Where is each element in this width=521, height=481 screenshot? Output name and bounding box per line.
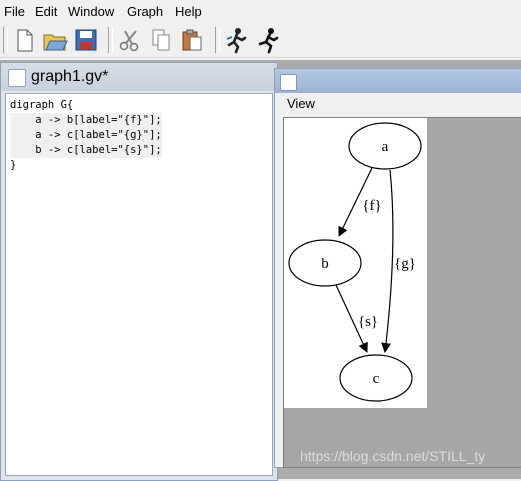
edge-label-g: {g}	[394, 256, 416, 272]
viewer-titlebar[interactable]	[275, 69, 521, 93]
edge-label-s: {s}	[358, 314, 378, 330]
code-line: }	[10, 159, 17, 171]
code-line: a -> c[label="{g}"];	[10, 128, 162, 143]
toolbar-separator	[3, 27, 8, 53]
code-line: digraph G{	[10, 99, 74, 111]
new-document-icon[interactable]	[10, 26, 38, 54]
menu-view[interactable]: View	[287, 96, 315, 111]
editor-titlebar[interactable]: graph1.gv*	[1, 63, 277, 91]
code-text[interactable]: digraph G{ a -> b[label="{f}"]; a -> c[l…	[10, 98, 162, 173]
cut-scissors-icon[interactable]	[116, 26, 144, 54]
editor-title: graph1.gv*	[31, 68, 109, 85]
toolbar-separator	[215, 27, 220, 53]
run-layout-icon[interactable]	[223, 26, 251, 54]
toolbar	[0, 23, 521, 58]
code-editor[interactable]: digraph G{ a -> b[label="{f}"]; a -> c[l…	[5, 93, 273, 476]
menu-file[interactable]: File	[4, 4, 25, 19]
editor-window: graph1.gv* digraph G{ a -> b[label="{f}"…	[0, 62, 278, 481]
code-line: b -> c[label="{s}"];	[10, 143, 162, 158]
node-c-label: c	[373, 371, 380, 387]
graph-canvas-area[interactable]: a b c {f} {g} {s}	[283, 117, 521, 468]
graph-viewer-window: View a b c {f} {g} {s}	[274, 68, 521, 468]
edge-a-c	[381, 169, 394, 353]
graphviz-app-icon	[8, 69, 26, 87]
open-folder-icon[interactable]	[41, 26, 69, 54]
code-line: a -> b[label="{f}"];	[10, 113, 162, 128]
copy-icon[interactable]	[147, 26, 175, 54]
graphviz-app-icon	[280, 74, 297, 91]
save-disk-icon[interactable]	[72, 26, 100, 54]
watermark: https://blog.csdn.net/STILL_ty	[300, 448, 486, 464]
menu-help[interactable]: Help	[175, 4, 202, 19]
menu-window[interactable]: Window	[68, 4, 114, 19]
menu-bar: File Edit Window Graph Help	[0, 0, 521, 22]
paste-icon[interactable]	[178, 26, 206, 54]
menu-edit[interactable]: Edit	[35, 4, 57, 19]
run-icon[interactable]	[254, 26, 282, 54]
graph-rendering: a b c {f} {g} {s}	[284, 118, 427, 408]
edge-label-f: {f}	[362, 198, 381, 214]
toolbar-separator	[108, 27, 113, 53]
node-a-label: a	[382, 139, 389, 155]
node-b-label: b	[321, 256, 329, 272]
menu-graph[interactable]: Graph	[127, 4, 163, 19]
